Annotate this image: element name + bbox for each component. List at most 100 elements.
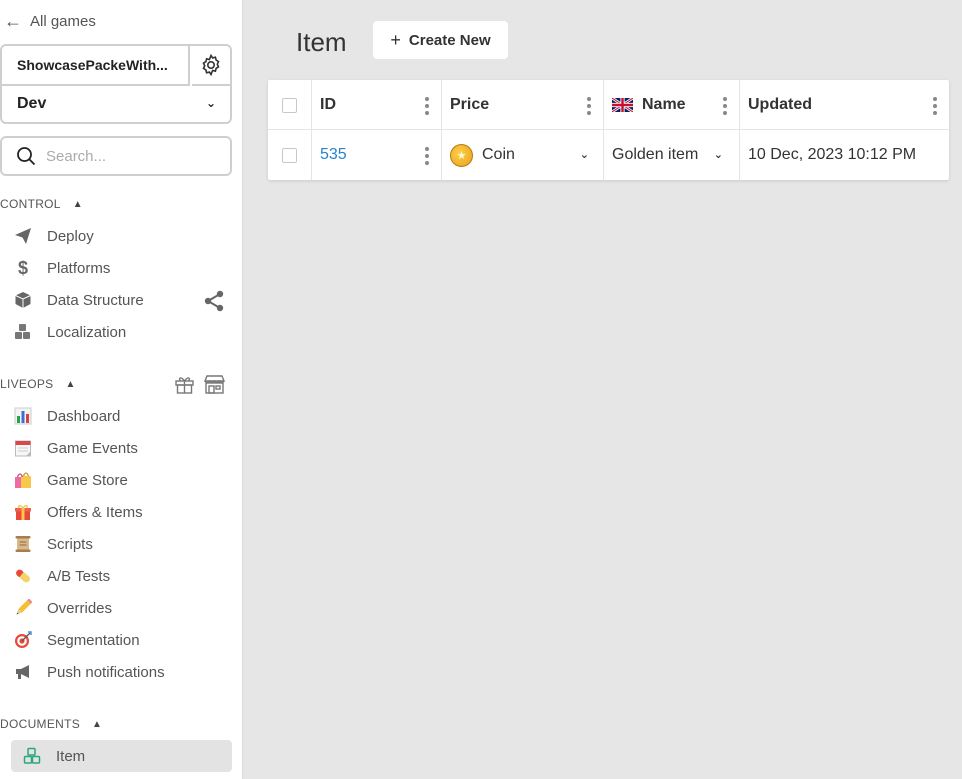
- sidebar-item-deploy[interactable]: Deploy: [12, 222, 232, 250]
- create-new-button[interactable]: + Create New: [373, 21, 508, 59]
- section-documents[interactable]: DOCUMENTS ▲: [0, 714, 102, 734]
- target-icon: [12, 629, 34, 651]
- kebab-menu-icon[interactable]: [587, 97, 591, 115]
- table-row: 535 ★ Coin ⌄ Golden item ⌄ 10 Dec, 2023 …: [268, 130, 949, 180]
- column-header-label: Name: [642, 96, 686, 113]
- cubes-icon: [21, 745, 43, 767]
- uk-flag-icon: [612, 98, 633, 112]
- section-liveops[interactable]: LIVEOPS ▲: [0, 374, 76, 394]
- sidebar-item-label: Deploy: [47, 227, 94, 245]
- scroll-icon: [12, 533, 34, 555]
- game-settings-button[interactable]: [192, 46, 230, 86]
- coin-icon: ★: [450, 143, 473, 167]
- row-select-cell: [268, 130, 312, 180]
- sidebar-item-label: Push notifications: [47, 663, 165, 681]
- sidebar-item-game-store[interactable]: Game Store: [12, 466, 232, 494]
- sidebar-item-overrides[interactable]: Overrides: [12, 594, 232, 622]
- sidebar-item-label: Game Events: [47, 439, 138, 457]
- sidebar-item-label: A/B Tests: [47, 567, 111, 585]
- kebab-menu-icon[interactable]: [425, 147, 429, 165]
- items-table: ID Price Name Updated 535 ★ Coin ⌄ Golde…: [268, 80, 949, 180]
- arrow-left-icon: ←: [4, 10, 22, 31]
- sidebar-item-segmentation[interactable]: Segmentation: [12, 626, 232, 654]
- megaphone-icon: [12, 661, 34, 683]
- column-header-label: Price: [450, 96, 490, 113]
- kebab-menu-icon[interactable]: [933, 97, 937, 115]
- section-documents-label: DOCUMENTS: [0, 717, 81, 731]
- select-all-checkbox[interactable]: [282, 97, 297, 113]
- column-header-price[interactable]: Price: [442, 80, 604, 130]
- column-header-id[interactable]: ID: [312, 80, 442, 130]
- sidebar-item-offers-items[interactable]: Offers & Items: [12, 498, 232, 526]
- sidebar-item-localization[interactable]: Localization: [12, 318, 232, 346]
- sidebar-item-push-notifications[interactable]: Push notifications: [12, 658, 232, 686]
- sidebar-item-label: Platforms: [47, 259, 111, 277]
- page-title: Item: [296, 27, 347, 57]
- name-value: Golden item: [612, 146, 699, 163]
- sidebar-item-label: Game Store: [47, 471, 128, 489]
- chevron-down-icon: ⌄: [713, 149, 723, 161]
- bar-chart-icon: [12, 405, 34, 427]
- sidebar-item-label: Localization: [47, 323, 127, 341]
- paper-plane-icon: [12, 225, 34, 247]
- cube-icon: [12, 289, 34, 311]
- sidebar-item-game-events[interactable]: Game Events: [12, 434, 232, 462]
- search-box: [0, 136, 232, 176]
- all-games-label: All games: [30, 12, 96, 30]
- chevron-up-icon: ▲: [72, 198, 83, 210]
- sidebar-item-platforms[interactable]: $ Platforms: [12, 254, 232, 282]
- item-id-link[interactable]: 535: [320, 146, 347, 164]
- sidebar-item-label: Segmentation: [47, 631, 140, 649]
- environment-dropdown[interactable]: Dev ⌄: [2, 86, 230, 122]
- search-input[interactable]: [46, 147, 216, 165]
- price-value: Coin: [482, 146, 515, 163]
- chevron-down-icon: ⌄: [205, 96, 216, 110]
- kebab-menu-icon[interactable]: [723, 97, 727, 115]
- column-header-label: Updated: [748, 96, 812, 113]
- shopping-bags-icon: [12, 469, 34, 491]
- sidebar-item-label: Scripts: [47, 535, 93, 553]
- sidebar-item-label: Dashboard: [47, 407, 121, 425]
- sidebar-item-data-structure[interactable]: Data Structure: [12, 286, 232, 314]
- section-liveops-label: LIVEOPS: [0, 377, 54, 391]
- cell-id: 535: [312, 130, 442, 180]
- section-control[interactable]: CONTROL ▲: [0, 194, 83, 214]
- environment-label: Dev: [17, 95, 47, 112]
- sidebar-item-scripts[interactable]: Scripts: [12, 530, 232, 558]
- column-header-name[interactable]: Name: [604, 80, 740, 130]
- sidebar-item-label: Offers & Items: [47, 503, 143, 521]
- chevron-down-icon: ⌄: [579, 149, 589, 161]
- cell-name[interactable]: Golden item ⌄: [604, 130, 740, 180]
- create-new-label: Create New: [408, 31, 491, 49]
- header-select-cell: [268, 80, 312, 130]
- sidebar: ← All games ShowcasePackeWith... Dev ⌄ C…: [0, 0, 243, 779]
- dollar-icon: $: [17, 257, 28, 278]
- cell-updated: 10 Dec, 2023 10:12 PM: [740, 130, 949, 180]
- cubes-icon: [12, 321, 34, 343]
- chevron-up-icon: ▲: [92, 718, 103, 730]
- column-header-label: ID: [320, 96, 336, 113]
- game-name-selector[interactable]: ShowcasePackeWith...: [2, 46, 190, 86]
- store-outline-icon[interactable]: [203, 374, 226, 395]
- sidebar-item-label: Data Structure: [47, 291, 144, 309]
- gift-outline-icon[interactable]: [174, 374, 195, 395]
- sidebar-item-item[interactable]: Item: [11, 740, 232, 772]
- gear-icon: [202, 53, 220, 77]
- row-checkbox[interactable]: [282, 147, 297, 163]
- all-games-link[interactable]: ← All games: [4, 10, 96, 32]
- cell-price[interactable]: ★ Coin ⌄: [442, 130, 604, 180]
- search-icon: [17, 147, 36, 166]
- share-icon[interactable]: [202, 289, 226, 318]
- sidebar-item-ab-tests[interactable]: A/B Tests: [12, 562, 232, 590]
- sidebar-item-dashboard[interactable]: Dashboard: [12, 402, 232, 430]
- updated-value: 10 Dec, 2023 10:12 PM: [748, 146, 917, 163]
- column-header-updated[interactable]: Updated: [740, 80, 949, 130]
- sidebar-item-label: Item: [56, 747, 86, 765]
- pill-icon: [12, 565, 34, 587]
- plus-icon: +: [390, 29, 401, 50]
- calendar-icon: [12, 437, 34, 459]
- game-selector: ShowcasePackeWith... Dev ⌄: [0, 44, 232, 124]
- sidebar-item-label: Overrides: [47, 599, 113, 617]
- section-control-label: CONTROL: [0, 197, 61, 211]
- kebab-menu-icon[interactable]: [425, 97, 429, 115]
